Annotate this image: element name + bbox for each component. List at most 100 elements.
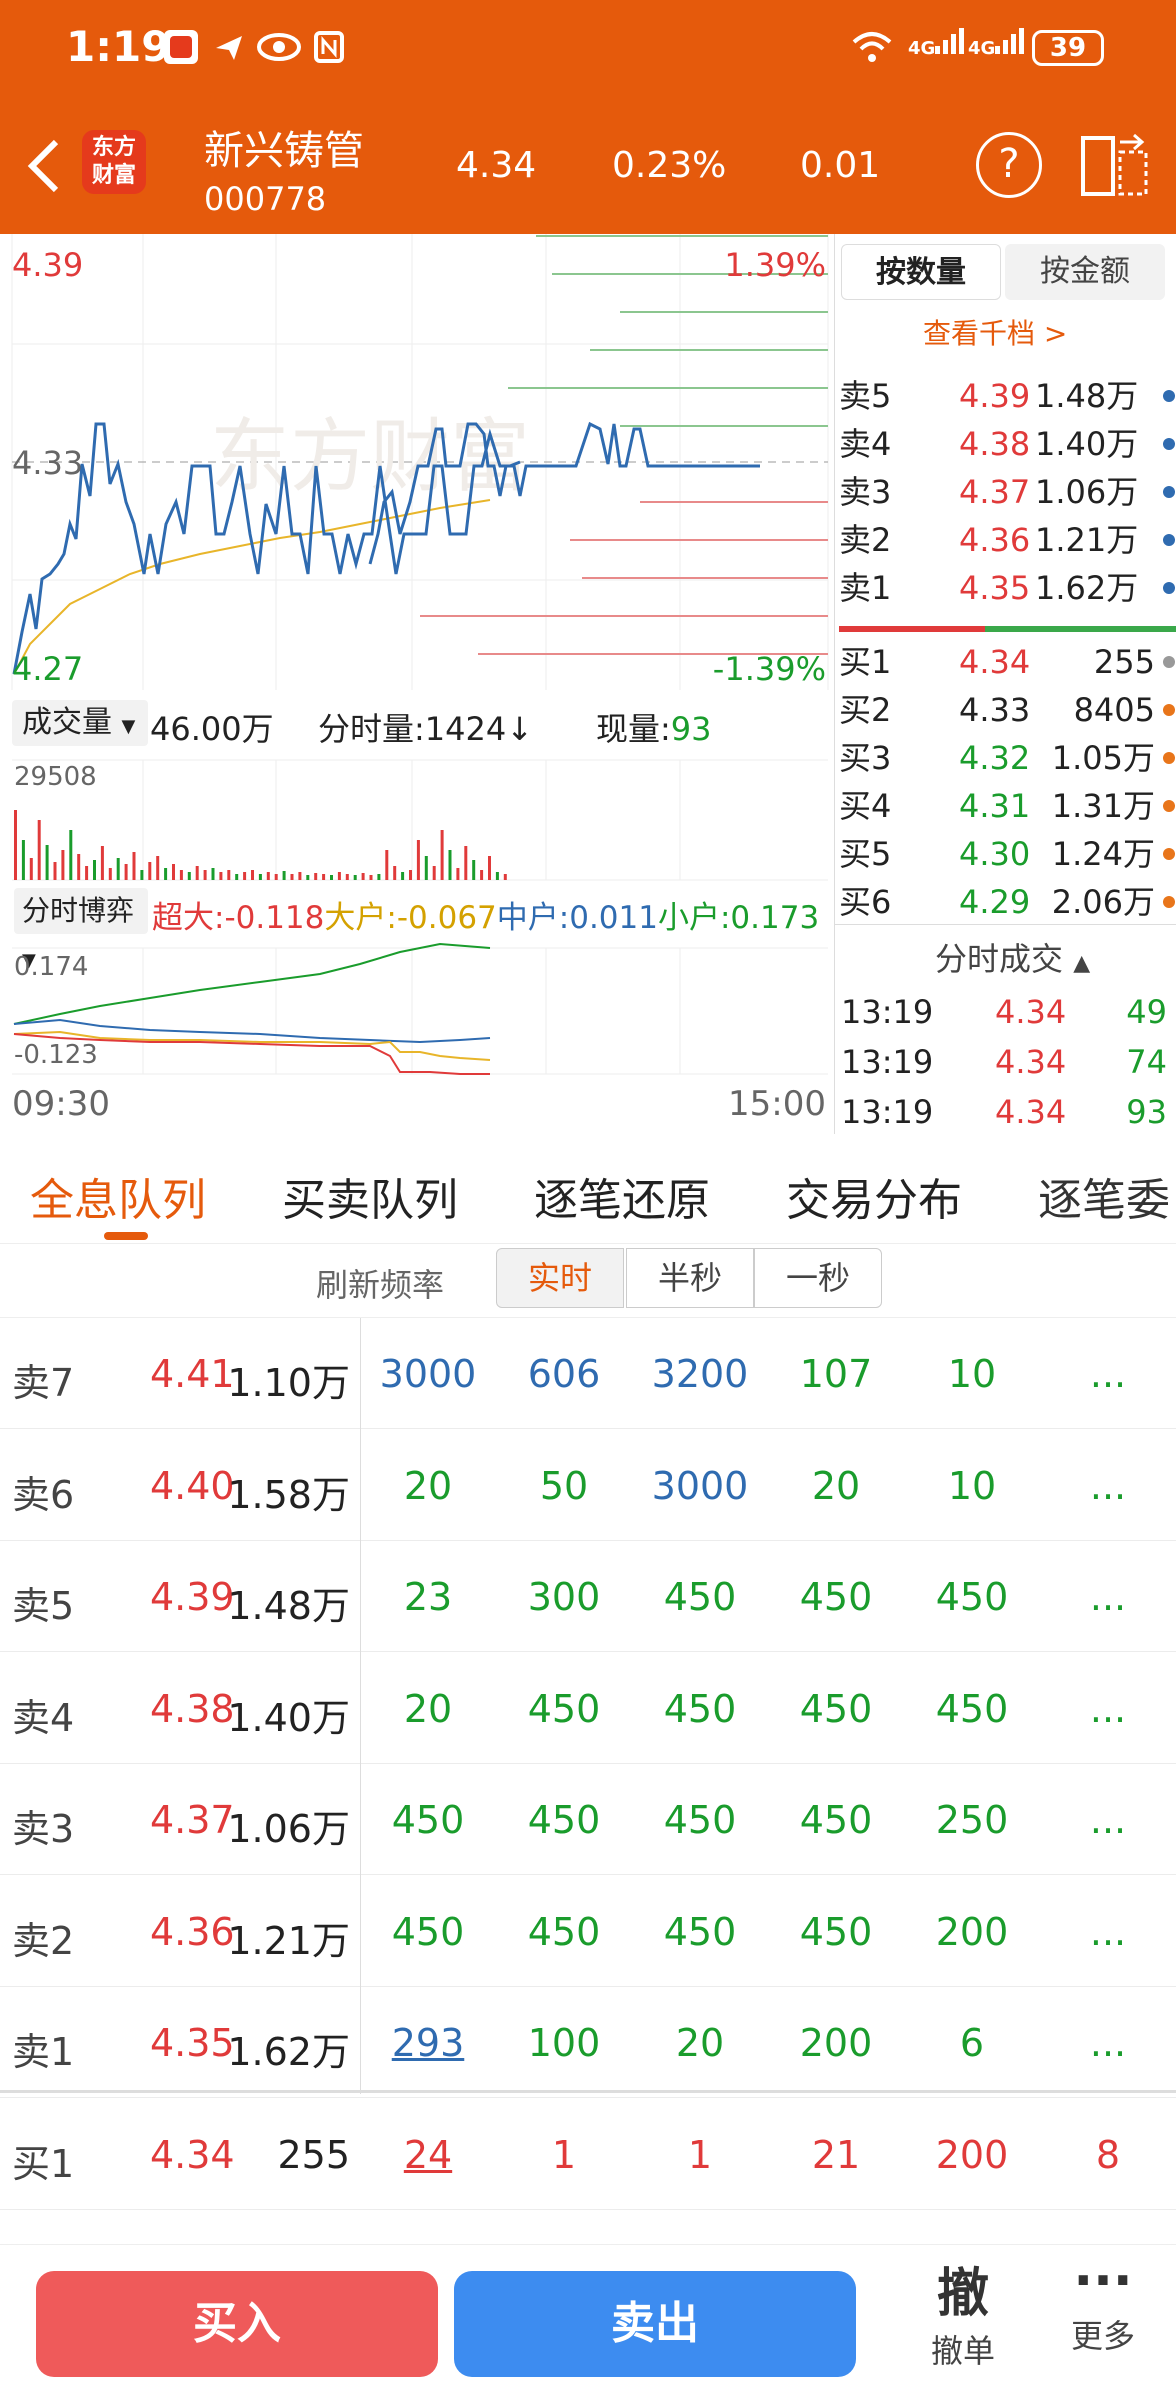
level-dot-icon (1163, 704, 1175, 716)
tab-bid-ask-queue[interactable]: 买卖队列 (282, 1164, 458, 1228)
chart-canvas: 东方财富 (11, 234, 829, 1075)
queue-order-size[interactable]: ... (1038, 1575, 1176, 1619)
refresh-realtime[interactable]: 实时 (496, 1248, 624, 1308)
queue-order-size[interactable]: 200 (902, 1910, 1042, 1954)
trades-title[interactable]: 分时成交 ▲ (935, 934, 1090, 980)
queue-order-size[interactable]: 23 (358, 1575, 498, 1619)
layout-switch-icon[interactable] (1080, 132, 1150, 198)
queue-order-size[interactable]: 10 (902, 1464, 1042, 1508)
queue-price: 4.39 (150, 1575, 235, 1619)
queue-order-size[interactable]: 450 (630, 1910, 770, 1954)
tab-indicator (104, 1232, 148, 1240)
queue-row[interactable]: 卖4 4.38 1.40万 20 450 450 450 450... (0, 1653, 1176, 1764)
sell-level-row[interactable]: 卖4 4.38 1.40万 (835, 420, 1176, 468)
buy-level-row[interactable]: 买4 4.31 1.31万 (835, 782, 1176, 830)
queue-row[interactable]: 卖1 4.35 1.62万 293 100 20 200 6... (0, 1987, 1176, 2098)
volume-bar (45, 845, 49, 880)
queue-row[interactable]: 卖2 4.36 1.21万 450 450 450 450 200... (0, 1876, 1176, 1987)
queue-order-size[interactable]: 450 (766, 1687, 906, 1731)
queue-order-size[interactable]: 10 (902, 1352, 1042, 1396)
queue-order-size[interactable]: 8 (1038, 2133, 1176, 2177)
help-icon[interactable]: ? (976, 132, 1042, 198)
queue-order-size[interactable]: 450 (630, 1687, 770, 1731)
queue-order-size[interactable]: 293 (358, 2021, 498, 2065)
back-arrow-icon[interactable] (24, 136, 64, 196)
queue-order-size[interactable]: 20 (630, 2021, 770, 2065)
sell-level-row[interactable]: 卖3 4.37 1.06万 (835, 468, 1176, 516)
queue-order-size[interactable]: 450 (358, 1798, 498, 1842)
time-end-label: 15:00 (728, 1084, 826, 1124)
queue-order-size[interactable]: 1 (494, 2133, 634, 2177)
queue-order-size[interactable]: 450 (630, 1575, 770, 1619)
queue-order-size[interactable]: 107 (766, 1352, 906, 1396)
queue-row[interactable]: 买1 4.34 255 24 1 1 21 200 8 (0, 2099, 1176, 2210)
toggle-by-amount[interactable]: 按金额 (1005, 244, 1165, 300)
queue-order-size[interactable]: 450 (494, 1798, 634, 1842)
tab-tick-replay[interactable]: 逐笔还原 (534, 1164, 710, 1228)
queue-order-size[interactable]: 50 (494, 1464, 634, 1508)
sell-level-row[interactable]: 卖1 4.35 1.62万 (835, 564, 1176, 612)
queue-row[interactable]: 卖7 4.41 1.10万 3000 606 3200 107 10... (0, 1318, 1176, 1429)
queue-order-size[interactable]: 1 (630, 2133, 770, 2177)
toggle-by-quantity[interactable]: 按数量 (841, 244, 1001, 300)
queue-order-size[interactable]: 300 (494, 1575, 634, 1619)
queue-order-size[interactable]: 450 (630, 1798, 770, 1842)
buy-level-row[interactable]: 买1 4.34 255 (835, 638, 1176, 686)
queue-order-size[interactable]: 450 (902, 1575, 1042, 1619)
time-start-label: 09:30 (12, 1084, 110, 1124)
queue-order-size[interactable]: 20 (766, 1464, 906, 1508)
queue-row[interactable]: 卖3 4.37 1.06万 450 450 450 450 250... (0, 1764, 1176, 1875)
queue-order-size[interactable]: 450 (766, 1575, 906, 1619)
queue-order-size[interactable]: 450 (902, 1687, 1042, 1731)
queue-order-size[interactable]: 20 (358, 1687, 498, 1731)
volume-bar (274, 874, 278, 880)
sell-button[interactable]: 卖出 (454, 2271, 856, 2377)
queue-order-size[interactable]: ... (1038, 2021, 1176, 2065)
queue-order-size[interactable]: ... (1038, 1687, 1176, 1731)
queue-order-size[interactable]: 24 (358, 2133, 498, 2177)
queue-order-size[interactable]: 3200 (630, 1352, 770, 1396)
queue-order-size[interactable]: 606 (494, 1352, 634, 1396)
queue-order-size[interactable]: 450 (494, 1910, 634, 1954)
queue-order-size[interactable]: 3000 (358, 1352, 498, 1396)
volume-bar (322, 874, 326, 880)
tab-tick-orders[interactable]: 逐笔委 (1038, 1164, 1170, 1228)
queue-order-size[interactable]: 200 (902, 2133, 1042, 2177)
queue-order-size[interactable]: 21 (766, 2133, 906, 2177)
queue-order-size[interactable]: 450 (358, 1910, 498, 1954)
queue-order-size[interactable]: ... (1038, 1352, 1176, 1396)
sell-level-row[interactable]: 卖5 4.39 1.48万 (835, 372, 1176, 420)
queue-order-size[interactable]: ... (1038, 1464, 1176, 1508)
sell-level-row[interactable]: 卖2 4.36 1.21万 (835, 516, 1176, 564)
queue-order-size[interactable]: 450 (494, 1687, 634, 1731)
queue-order-size[interactable]: 450 (766, 1910, 906, 1954)
queue-order-size[interactable]: 100 (494, 2021, 634, 2065)
queue-row[interactable]: 卖6 4.40 1.58万 20 50 3000 20 10... (0, 1430, 1176, 1541)
refresh-half-second[interactable]: 半秒 (626, 1248, 754, 1308)
tab-trade-distribution[interactable]: 交易分布 (786, 1164, 962, 1228)
level-price: 4.29 (959, 883, 1031, 921)
queue-order-size[interactable]: ... (1038, 1798, 1176, 1842)
tab-full-queue[interactable]: 全息队列 (30, 1164, 206, 1228)
queue-order-size[interactable]: 20 (358, 1464, 498, 1508)
buy-level-row[interactable]: 买2 4.33 8405 (835, 686, 1176, 734)
buy-button[interactable]: 买入 (36, 2271, 438, 2377)
buy-level-row[interactable]: 买6 4.29 2.06万 (835, 878, 1176, 926)
queue-order-size[interactable]: 200 (766, 2021, 906, 2065)
queue-row[interactable]: 卖5 4.39 1.48万 23 300 450 450 450... (0, 1541, 1176, 1652)
more-button[interactable]: ··· 更多 (1040, 2251, 1166, 2357)
cancel-order-button[interactable]: 撤 撤单 (900, 2251, 1026, 2372)
stock-name[interactable]: 新兴铸管 (204, 118, 364, 176)
fund-flow-selector[interactable]: 分时博弈 ▼ (14, 888, 148, 971)
buy-level-row[interactable]: 买5 4.30 1.24万 (835, 830, 1176, 878)
intraday-chart[interactable]: 东方财富 4.39 1.39% 4.33 4.27 -1.39% 成交量 ▼ 4… (0, 234, 830, 1134)
queue-order-size[interactable]: 3000 (630, 1464, 770, 1508)
queue-order-size[interactable]: ... (1038, 1910, 1176, 1954)
queue-order-size[interactable]: 6 (902, 2021, 1042, 2065)
view-depth-link[interactable]: 查看千档 > (923, 312, 1067, 352)
refresh-one-second[interactable]: 一秒 (754, 1248, 882, 1308)
buy-level-row[interactable]: 买3 4.32 1.05万 (835, 734, 1176, 782)
queue-order-size[interactable]: 450 (766, 1798, 906, 1842)
volume-selector[interactable]: 成交量 ▼ (12, 700, 148, 746)
queue-order-size[interactable]: 250 (902, 1798, 1042, 1842)
